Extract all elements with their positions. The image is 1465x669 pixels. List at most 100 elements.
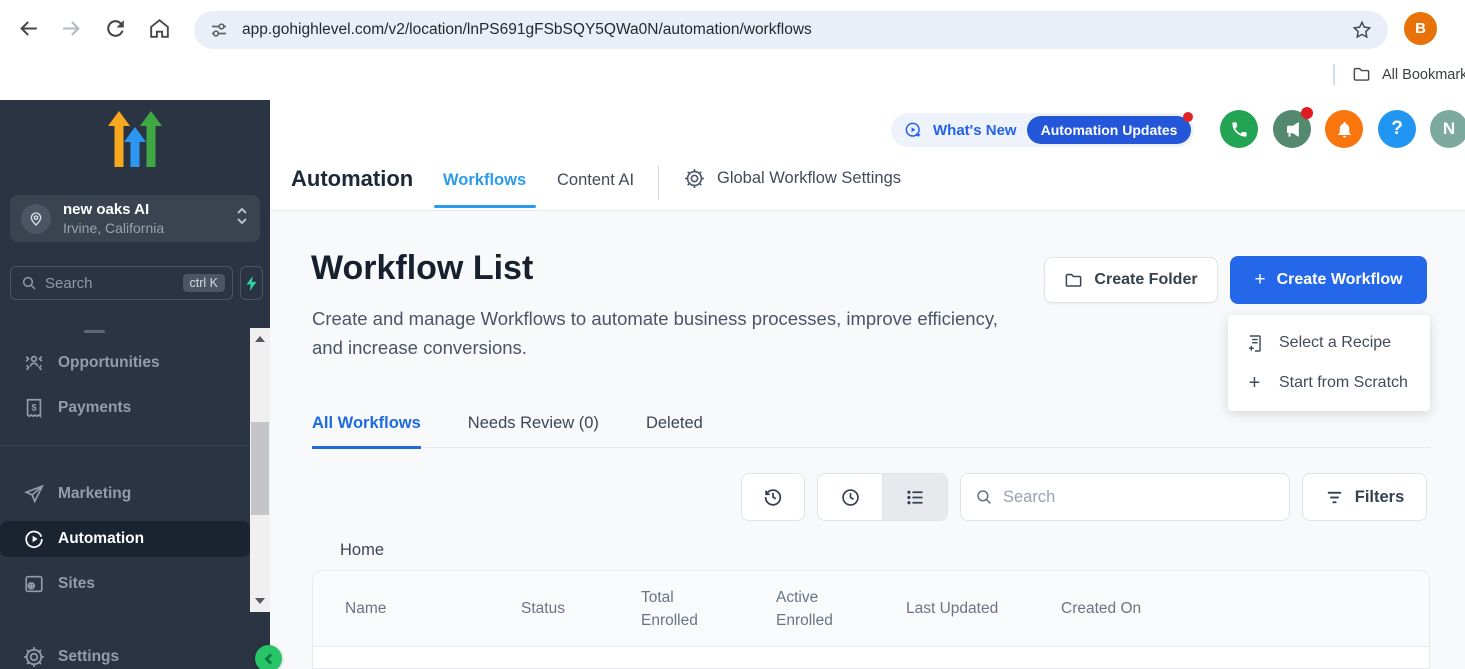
menu-item-label: Select a Recipe [1279,334,1391,352]
announcements-button[interactable] [1273,110,1311,148]
workflow-search[interactable] [960,473,1290,521]
bookmark-star-icon[interactable] [1351,19,1373,41]
automation-icon [23,528,45,550]
sidebar-item-label: Opportunities [58,354,160,372]
quick-actions-button[interactable] [240,266,263,300]
location-switcher[interactable]: new oaks AI Irvine, California [10,195,260,242]
column-header-active-enrolled: Active Enrolled [776,586,906,632]
history-icon [762,486,784,508]
avatar-initial: N [1443,119,1455,139]
list-view-button[interactable] [882,474,947,520]
browser-back-icon[interactable] [16,16,41,41]
notification-dot [1183,112,1193,122]
global-workflow-settings-label: Global Workflow Settings [717,169,901,188]
create-folder-label: Create Folder [1094,271,1197,289]
user-avatar[interactable]: N [1430,110,1465,148]
phone-icon [1230,120,1249,139]
column-header-created-on: Created On [1061,597,1429,620]
list-icon [905,487,926,508]
tab-workflows[interactable]: Workflows [443,171,526,190]
browser-toolbar: app.gohighlevel.com/v2/location/lnPS691g… [0,0,1465,95]
notifications-button[interactable] [1325,110,1363,148]
sidebar-search[interactable]: ctrl K [10,266,233,300]
sidebar-item-automation[interactable]: Automation [0,521,250,557]
table-header-row: Name Status Total Enrolled Active Enroll… [313,571,1429,647]
column-header-name: Name [345,597,521,620]
sidebar-item-payments[interactable]: $ Payments [0,390,250,426]
whats-new-label: What's New [933,122,1017,139]
help-button[interactable]: ? [1378,110,1416,148]
shortcut-badge: ctrl K [183,274,225,292]
notification-dot [1301,107,1313,119]
plus-icon: + [1245,374,1264,393]
create-workflow-button[interactable]: + Create Workflow [1230,256,1427,304]
workflow-list-tabs: All Workflows Needs Review (0) Deleted [312,414,1430,448]
address-bar[interactable]: app.gohighlevel.com/v2/location/lnPS691g… [194,11,1388,49]
browser-reload-icon[interactable] [103,16,128,41]
table-body [313,647,1429,669]
sidebar-item-settings[interactable]: Settings [0,639,250,669]
sidebar-item-marketing[interactable]: Marketing [0,476,250,512]
question-mark-icon: ? [1391,118,1403,140]
create-folder-button[interactable]: Create Folder [1044,257,1218,303]
scrollbar-thumb[interactable] [251,422,269,515]
bookmarks-bar: All Bookmarks [0,56,1465,95]
payments-icon: $ [23,397,45,419]
filters-button[interactable]: Filters [1302,473,1427,521]
search-icon [21,275,37,291]
workflow-search-input[interactable] [1003,488,1273,507]
site-info-icon[interactable] [209,20,229,40]
sites-icon [23,573,45,595]
sidebar: new oaks AI Irvine, California ctrl K Op… [0,100,270,669]
sidebar-scrollbar[interactable] [250,328,270,612]
sidebar-collapse-button[interactable] [255,645,282,669]
tab-content-ai[interactable]: Content AI [557,171,634,190]
app-header: What's New Automation Updates ? N Automa… [270,95,1465,211]
sidebar-item-label: Settings [58,648,119,666]
sidebar-item-sites[interactable]: Sites [0,566,250,602]
column-header-total-enrolled: Total Enrolled [641,586,776,632]
page-title: Workflow List [311,249,533,288]
tab-deleted[interactable]: Deleted [646,414,703,447]
workflow-table: Name Status Total Enrolled Active Enroll… [312,570,1430,669]
column-header-status: Status [521,597,641,620]
global-workflow-settings-link[interactable]: Global Workflow Settings [684,168,901,189]
header-divider [658,166,659,200]
url-text[interactable]: app.gohighlevel.com/v2/location/lnPS691g… [242,21,812,39]
browser-home-icon[interactable] [147,16,172,41]
sidebar-item-label: Automation [58,530,144,548]
whats-new-button[interactable]: What's New Automation Updates [891,113,1194,147]
plus-icon: + [1254,269,1265,291]
location-city: Irvine, California [63,220,164,236]
lightning-bolt-icon [245,276,258,291]
execution-logs-button[interactable] [741,473,805,521]
recipe-icon [1245,334,1264,353]
bell-icon [1335,120,1354,139]
clock-icon [840,487,861,508]
all-bookmarks-button[interactable]: All Bookmarks [1333,64,1465,85]
tab-all-workflows[interactable]: All Workflows [312,414,421,449]
automation-updates-badge[interactable]: Automation Updates [1027,116,1192,144]
scroll-down-arrow-icon[interactable] [255,598,265,604]
gear-icon [684,168,705,189]
filter-icon [1325,488,1344,507]
menu-item-start-from-scratch[interactable]: + Start from Scratch [1228,363,1430,403]
breadcrumb[interactable]: Home [340,541,384,560]
megaphone-icon [1283,120,1302,139]
browser-profile-avatar[interactable]: B [1404,12,1437,45]
location-pin-icon [21,204,51,234]
sidebar-search-input[interactable] [45,275,163,292]
settings-icon [23,646,45,668]
folder-icon [1352,65,1371,84]
folder-icon [1064,271,1083,290]
whats-new-icon [904,121,923,140]
sidebar-item-opportunities[interactable]: Opportunities [0,345,250,381]
sidebar-divider [0,445,250,446]
phone-button[interactable] [1220,110,1258,148]
tab-needs-review[interactable]: Needs Review (0) [468,414,599,447]
menu-item-select-a-recipe[interactable]: Select a Recipe [1228,323,1430,363]
sidebar-item-label: Payments [58,399,131,417]
scroll-up-arrow-icon[interactable] [255,336,265,342]
browser-forward-icon[interactable] [59,16,84,41]
recent-view-button[interactable] [818,474,882,520]
